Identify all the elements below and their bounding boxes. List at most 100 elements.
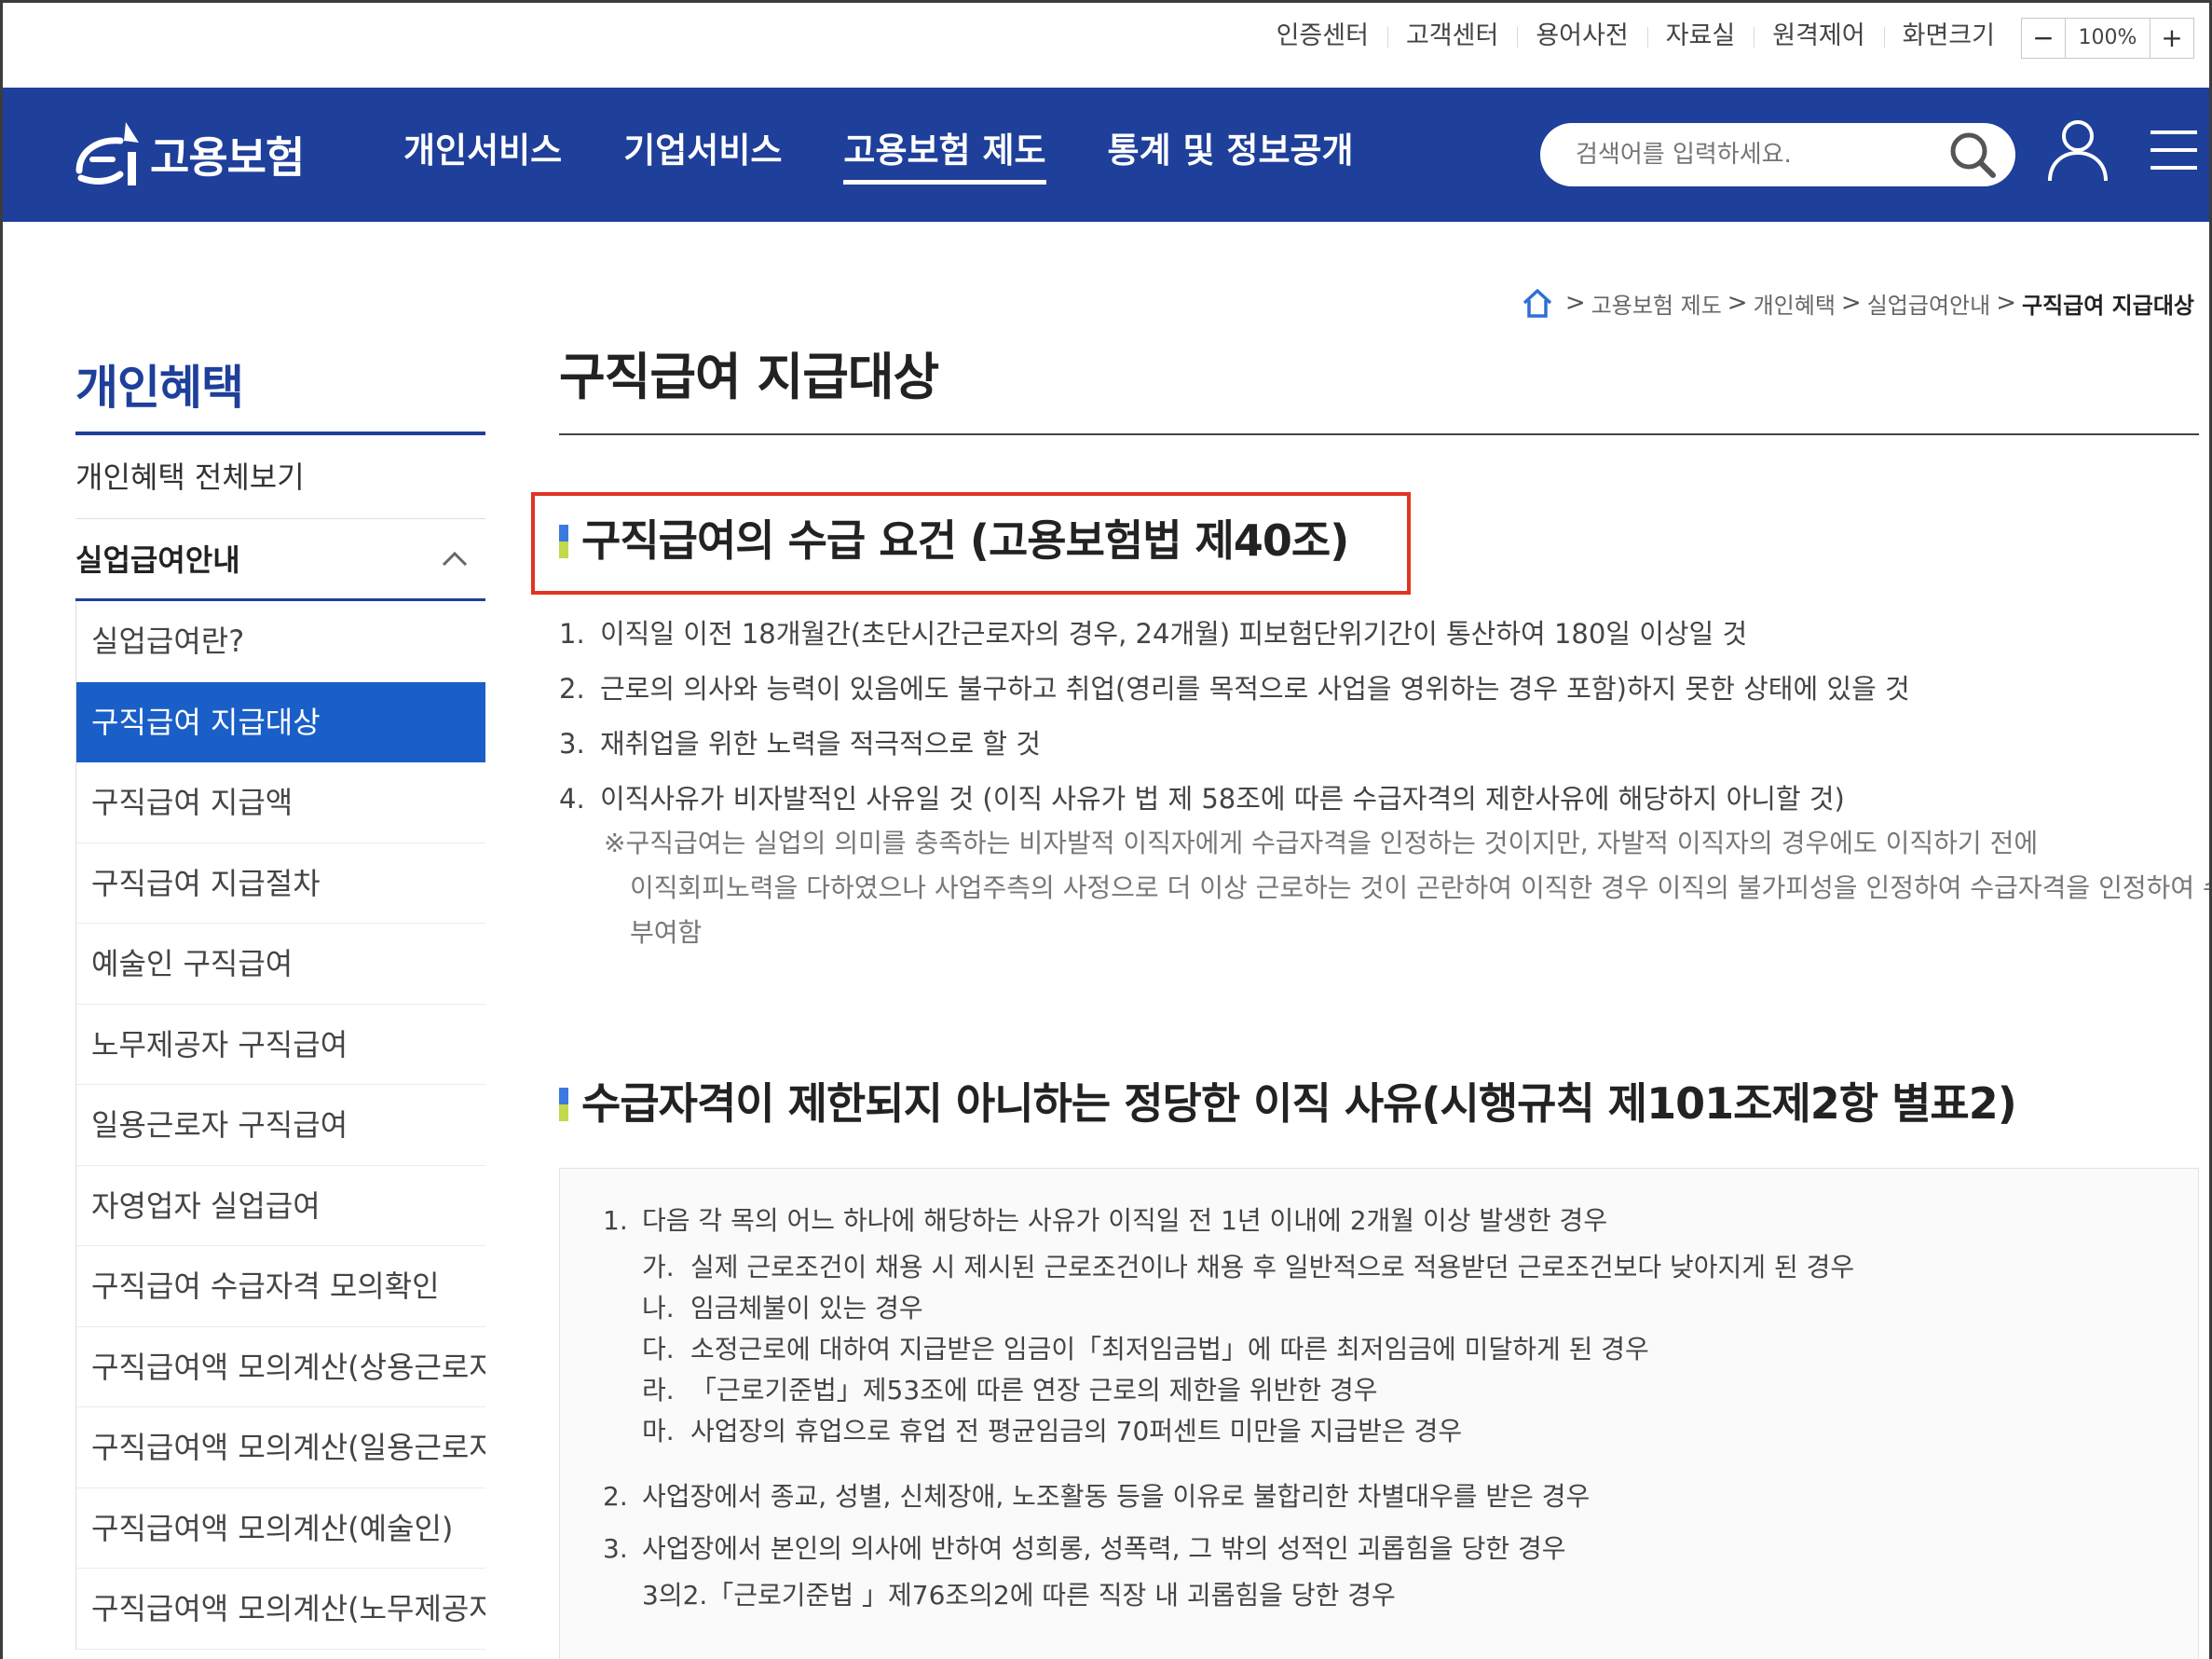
- zoom-out-button[interactable]: −: [2022, 19, 2065, 58]
- search-icon[interactable]: [1946, 129, 1999, 181]
- sub-text: 사업장의 휴업으로 휴업 전 평균임금의 70퍼센트 미만을 지급받은 경우: [690, 1416, 1463, 1446]
- just-cause-box: 1. 다음 각 목의 어느 하나에 해당하는 사유가 이직일 전 1년 이내에 2…: [559, 1168, 2199, 1659]
- sidebar-item[interactable]: 구직급여액 모의계산(노무제공자): [76, 1569, 485, 1650]
- sidebar-item[interactable]: 구직급여 지급절차: [76, 843, 485, 924]
- sidebar-item-all-benefits[interactable]: 개인혜택 전체보기: [75, 435, 485, 519]
- site-logo[interactable]: 고용보험: [72, 108, 305, 201]
- breadcrumb-separator: >: [1564, 289, 1586, 317]
- util-link-remote-control[interactable]: 원격제어: [1754, 20, 1883, 53]
- list-item: 2. 사업장에서 종교, 성별, 신체장애, 노조활동 등을 이유로 불합리한 차…: [603, 1471, 2198, 1523]
- chevron-up-icon: [442, 551, 468, 567]
- sidebar: 개인혜택 개인혜택 전체보기 실업급여안내 실업급여란? 구직급여 지급대상 구…: [75, 355, 485, 1650]
- section-heading-text: 수급자격이 제한되지 아니하는 정당한 이직 사유(시행규칙 제101조제2항 …: [581, 1078, 2017, 1129]
- list-item: 1. 이직일 이전 18개월간(초단시간근로자의 경우, 24개월) 피보험단위기…: [559, 607, 2180, 662]
- note-line: 부여함: [630, 917, 703, 948]
- list-text: 사업장에서 본인의 의사에 반하여 성희롱, 성폭력, 그 밖의 성적인 괴롭힘…: [642, 1533, 1566, 1564]
- breadcrumb: > 고용보험 제도 > 개인혜택 > 실업급여안내 > 구직급여 지급대상: [1521, 286, 2194, 320]
- util-link-customer-center[interactable]: 고객센터: [1386, 20, 1517, 53]
- sub-list-item: 라. 「근로기준법」제53조에 따른 연장 근로의 제한을 위반한 경우: [642, 1370, 2198, 1411]
- note-line: 이직회피노력을 다하였으나 사업주측의 사정으로 더 이상 근로하는 것이 곤란…: [630, 872, 2212, 903]
- list-num: 1.: [603, 1205, 628, 1236]
- highlight-box: [531, 492, 1411, 595]
- menu-corporate-service[interactable]: 기업서비스: [623, 125, 782, 177]
- main-menu: 개인서비스 기업서비스 고용보험 제도 통계 및 정보공개: [403, 125, 1415, 185]
- sub-text: 임금체불이 있는 경우: [690, 1293, 923, 1323]
- home-icon[interactable]: [1521, 286, 1554, 320]
- hamburger-menu-icon[interactable]: [2149, 127, 2199, 173]
- heading-bar-icon: [559, 1088, 568, 1121]
- sub-num: 가.: [642, 1252, 675, 1282]
- breadcrumb-current: 구직급여 지급대상: [2022, 292, 2194, 319]
- list-text: 재취업을 위한 노력을 적극적으로 할 것: [600, 728, 1041, 760]
- eligibility-note: ※구직급여는 실업의 의미를 충족하는 비자발적 이직자에게 수급자격을 인정하…: [559, 821, 2212, 955]
- zoom-control: − 100% +: [2021, 18, 2194, 59]
- browser-page: 인증센터 고객센터 용어사전 자료실 원격제어 화면크기 − 100% + 고용…: [0, 0, 2212, 1659]
- util-link-cert-center[interactable]: 인증센터: [1258, 20, 1387, 53]
- sidebar-section-label: 실업급여안내: [75, 542, 240, 578]
- breadcrumb-item[interactable]: 개인혜택: [1754, 287, 1836, 320]
- list-num: 2.: [559, 673, 585, 705]
- sidebar-item[interactable]: 구직급여 수급자격 모의확인: [76, 1246, 485, 1327]
- sidebar-item[interactable]: 노무제공자 구직급여: [76, 1005, 485, 1085]
- util-link-archive[interactable]: 자료실: [1646, 20, 1755, 53]
- util-label-screen-size: 화면크기: [1883, 20, 2014, 53]
- sidebar-item[interactable]: 구직급여 지급액: [76, 762, 485, 843]
- zoom-in-button[interactable]: +: [2151, 19, 2193, 58]
- note-line: ※구직급여는 실업의 의미를 충족하는 비자발적 이직자에게 수급자격을 인정하…: [604, 828, 2039, 858]
- list-item-continuation: 3의2.「근로기준법 」제76조의2에 따른 직장 내 괴롭힘을 당한 경우: [642, 1580, 1396, 1611]
- list-num: 2.: [603, 1481, 628, 1512]
- eligibility-list: 1. 이직일 이전 18개월간(초단시간근로자의 경우, 24개월) 피보험단위기…: [559, 607, 2212, 955]
- sub-list: 가. 실제 근로조건이 채용 시 제시된 근로조건이나 채용 후 일반적으로 적용…: [603, 1247, 2198, 1452]
- zoom-level: 100%: [2065, 19, 2151, 58]
- logo-text: 고용보험: [150, 132, 305, 183]
- user-icon[interactable]: [2045, 117, 2110, 185]
- sidebar-item[interactable]: 구직급여액 모의계산(상용근로자): [76, 1327, 485, 1407]
- sub-num: 나.: [642, 1293, 675, 1323]
- sidebar-item[interactable]: 자영업자 실업급여: [76, 1166, 485, 1246]
- menu-personal-service[interactable]: 개인서비스: [403, 125, 562, 177]
- sub-list-item: 가. 실제 근로조건이 채용 시 제시된 근로조건이나 채용 후 일반적으로 적용…: [642, 1247, 2198, 1288]
- sub-num: 마.: [642, 1416, 675, 1446]
- list-text: 이직일 이전 18개월간(초단시간근로자의 경우, 24개월) 피보험단위기간이…: [600, 618, 1748, 650]
- sidebar-item[interactable]: 일용근로자 구직급여: [76, 1085, 485, 1166]
- sidebar-item[interactable]: 실업급여란?: [76, 601, 485, 682]
- list-text: 사업장에서 종교, 성별, 신체장애, 노조활동 등을 이유로 불합리한 차별대…: [642, 1481, 1591, 1512]
- main-content: 구직급여 지급대상 구직급여의 수급 요건 (고용보험법 제40조) 1. 이직일…: [531, 338, 2209, 1659]
- list-item: 4. 이직사유가 비자발적인 사유일 것 (이직 사유가 법 제 58조에 따른 …: [559, 772, 2180, 827]
- list-item: 3. 사업장에서 본인의 의사에 반하여 성희롱, 성폭력, 그 밖의 성적인 괴…: [603, 1523, 2198, 1575]
- list-text: 근로의 의사와 능력이 있음에도 불구하고 취업(영리를 목적으로 사업을 영위…: [600, 673, 1910, 705]
- sub-text: 「근로기준법」제53조에 따른 연장 근로의 제한을 위반한 경우: [690, 1375, 1378, 1405]
- sub-num: 라.: [642, 1375, 675, 1405]
- search-box: [1540, 123, 2015, 186]
- breadcrumb-separator: >: [1840, 289, 1862, 317]
- breadcrumb-separator: >: [1996, 289, 2016, 317]
- section-heading-just-cause: 수급자격이 제한되지 아니하는 정당한 이직 사유(시행규칙 제101조제2항 …: [559, 1071, 2017, 1136]
- logo-icon: [75, 122, 139, 185]
- list-num: 3.: [603, 1533, 628, 1564]
- sub-text: 실제 근로조건이 채용 시 제시된 근로조건이나 채용 후 일반적으로 적용받던…: [690, 1252, 1855, 1282]
- list-item: 2. 근로의 의사와 능력이 있음에도 불구하고 취업(영리를 목적으로 사업을 …: [559, 662, 2180, 717]
- list-num: 4.: [559, 783, 585, 815]
- menu-statistics[interactable]: 통계 및 정보공개: [1108, 125, 1354, 177]
- breadcrumb-separator: >: [1727, 289, 1748, 317]
- sidebar-section-unemployment[interactable]: 실업급여안내: [75, 519, 485, 601]
- list-item: 3. 재취업을 위한 노력을 적극적으로 할 것: [559, 717, 2180, 772]
- list-num: 1.: [559, 618, 585, 650]
- sidebar-title: 개인혜택: [75, 355, 485, 435]
- breadcrumb-item[interactable]: 실업급여안내: [1867, 287, 1990, 320]
- util-link-glossary[interactable]: 용어사전: [1517, 20, 1646, 53]
- sidebar-item[interactable]: 예술인 구직급여: [76, 924, 485, 1005]
- menu-insurance-system[interactable]: 고용보험 제도: [843, 125, 1046, 185]
- sub-list-item: 다. 소정근로에 대하여 지급받은 임금이「최저임금법」에 따른 최저임금에 미달…: [642, 1329, 2198, 1370]
- section-heading-eligibility: 구직급여의 수급 요건 (고용보험법 제40조): [531, 492, 1411, 595]
- page-title: 구직급여 지급대상: [559, 338, 2199, 435]
- sub-text: 소정근로에 대하여 지급받은 임금이「최저임금법」에 따른 최저임금에 미달하게…: [690, 1334, 1649, 1364]
- list-num: 3.: [559, 728, 585, 760]
- sub-num: 다.: [642, 1334, 675, 1364]
- search-input[interactable]: [1576, 123, 1930, 186]
- sidebar-item[interactable]: 구직급여액 모의계산(예술인): [76, 1488, 485, 1569]
- sidebar-item-active[interactable]: 구직급여 지급대상: [76, 681, 485, 762]
- main-header: 고용보험 개인서비스 기업서비스 고용보험 제도 통계 및 정보공개: [3, 88, 2209, 222]
- sidebar-item[interactable]: 구직급여액 모의계산(일용근로자): [76, 1407, 485, 1488]
- breadcrumb-item[interactable]: 고용보험 제도: [1591, 287, 1722, 320]
